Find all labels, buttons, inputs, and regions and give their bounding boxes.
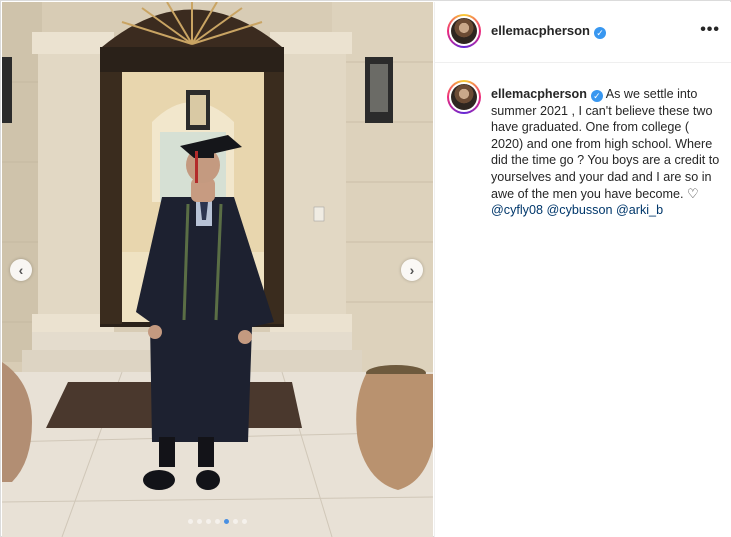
post-photo[interactable]: ‹ › xyxy=(2,2,433,537)
carousel-dot xyxy=(224,519,229,524)
caption-username-link[interactable]: ellemacpherson xyxy=(491,87,587,101)
carousel-dot xyxy=(233,519,238,524)
verified-badge-icon: ✓ xyxy=(590,90,603,102)
next-slide-button[interactable]: › xyxy=(401,259,423,281)
mention-link-cybusson[interactable]: @cybusson xyxy=(546,203,612,217)
verified-badge-icon: ✓ xyxy=(594,27,606,39)
carousel-dot xyxy=(188,519,193,524)
heart-icon: ♡ xyxy=(687,185,699,201)
profile-photo xyxy=(451,18,477,44)
post-side-panel: ellemacpherson ✓ ••• ellemacpherson ✓ As w… xyxy=(434,2,731,537)
chevron-right-icon: › xyxy=(409,262,415,278)
mention-link-cyfly08[interactable]: @cyfly08 xyxy=(491,203,543,217)
avatar[interactable] xyxy=(447,14,481,48)
mention-link-arki-b[interactable]: @arki_b xyxy=(616,203,663,217)
post-dialog: ‹ › ellemacpherson ✓ ••• ellemacpherson ✓ … xyxy=(0,0,731,537)
caption-avatar[interactable] xyxy=(447,80,481,114)
profile-photo xyxy=(451,84,477,110)
carousel-dot xyxy=(206,519,211,524)
previous-slide-button[interactable]: ‹ xyxy=(10,259,32,281)
carousel-dot xyxy=(215,519,220,524)
username-link[interactable]: ellemacpherson xyxy=(491,23,590,38)
caption-body: As we settle into summer 2021 , I can't … xyxy=(491,87,720,201)
post-author[interactable]: ellemacpherson ✓ xyxy=(491,23,606,39)
more-options-icon[interactable]: ••• xyxy=(700,21,720,39)
carousel-indicator xyxy=(2,519,433,524)
chevron-left-icon: ‹ xyxy=(18,262,24,278)
caption-text: ellemacpherson ✓ As we settle into summer… xyxy=(491,86,723,219)
carousel-dot xyxy=(197,519,202,524)
post-header: ellemacpherson ✓ ••• xyxy=(435,2,731,63)
graduation-photo xyxy=(2,2,433,537)
carousel-dot xyxy=(242,519,247,524)
